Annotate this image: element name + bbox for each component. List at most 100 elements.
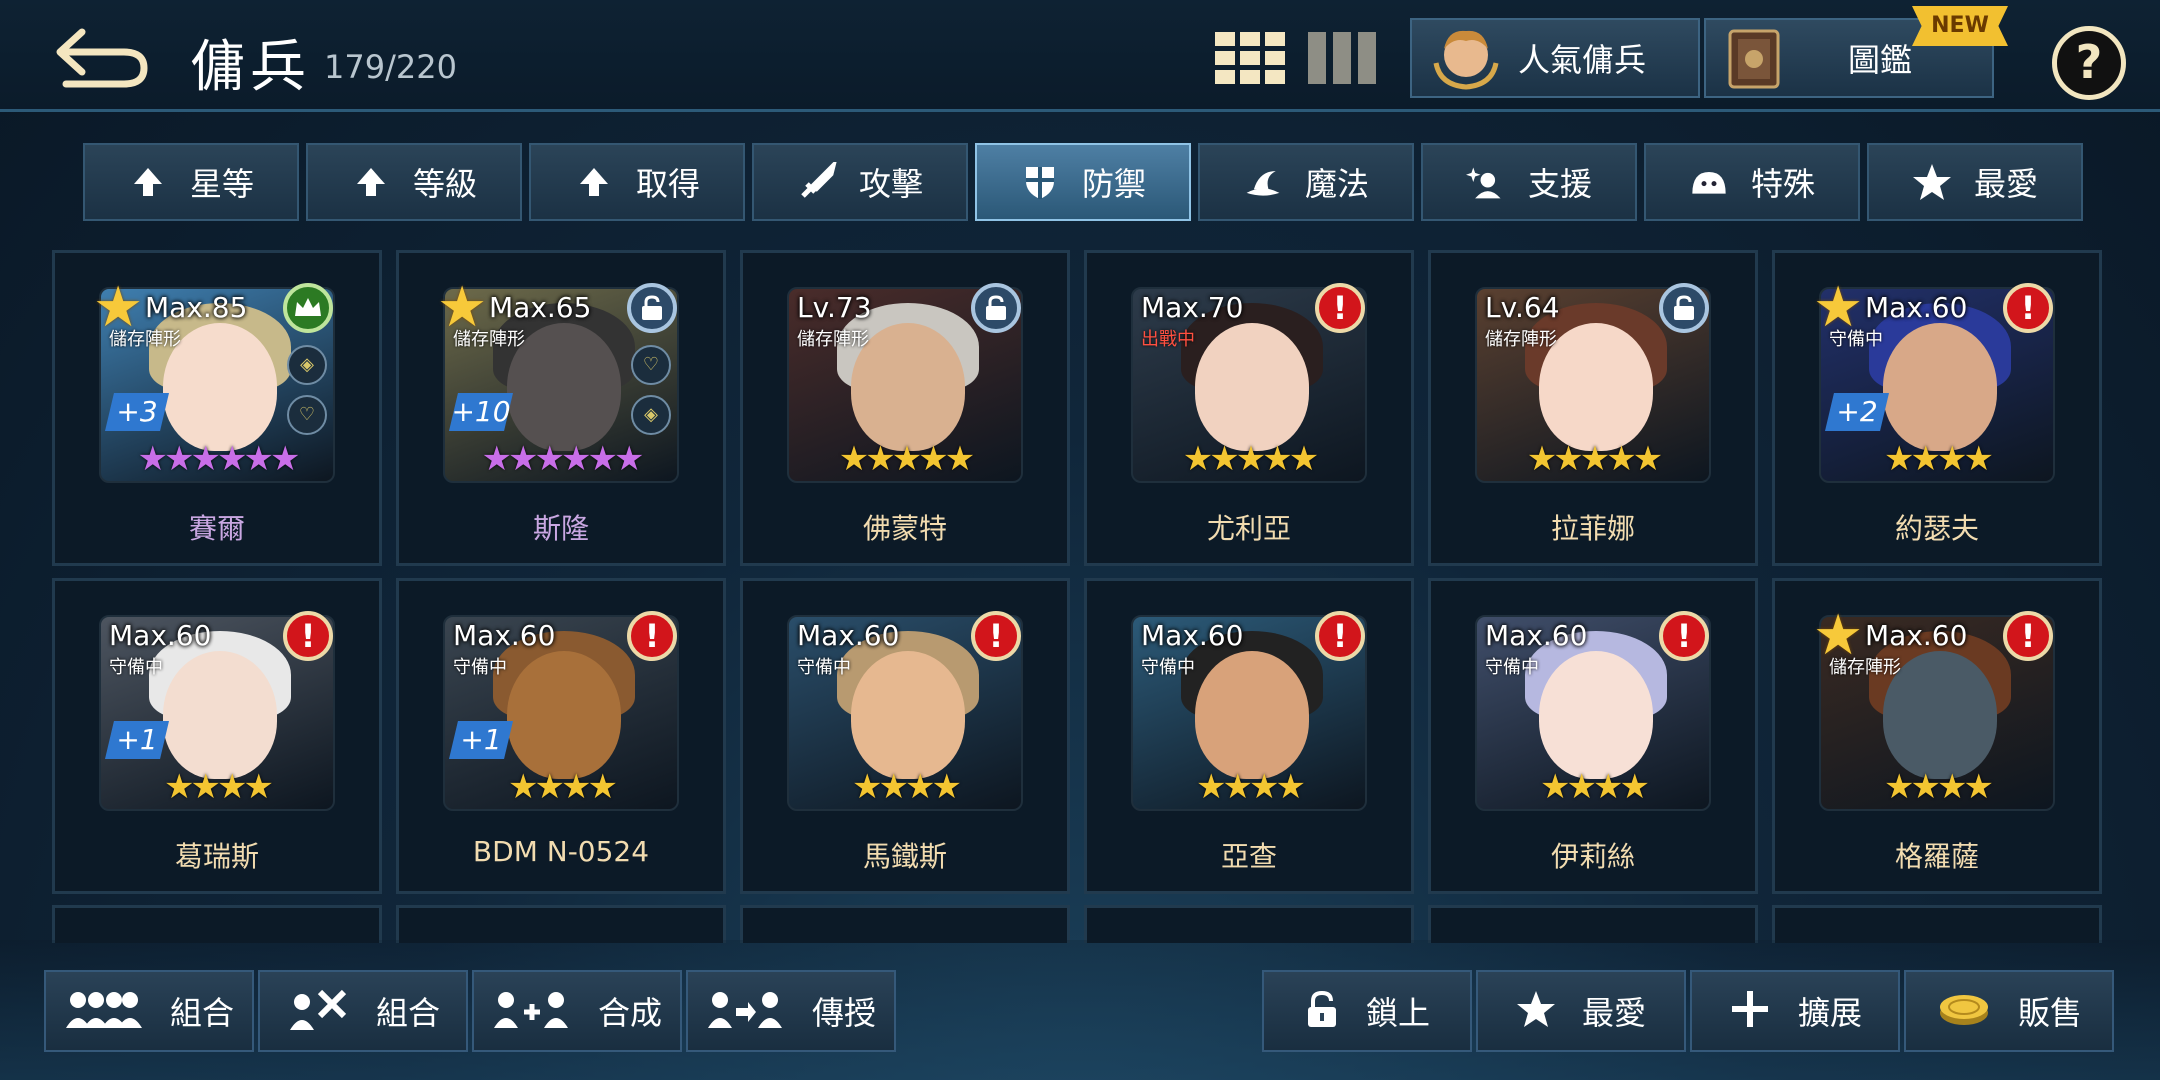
- action-button[interactable]: 販售: [1904, 970, 2114, 1052]
- mercenary-name: 拉菲娜: [1550, 512, 1635, 545]
- top-bar: 傭兵 179/220 人氣傭兵 圖鑑 NEW ?: [0, 0, 2160, 112]
- mercenary-card[interactable]: Max.60 守備中 ★★★★! 馬鐵斯: [740, 578, 1070, 894]
- sort-tab[interactable]: 最愛: [1867, 143, 2083, 221]
- plus-icon: [1728, 987, 1772, 1035]
- equip-rune-icon: ◈: [631, 395, 671, 435]
- status-label: 儲存陣形: [797, 329, 869, 350]
- alert-icon: !: [1315, 611, 1365, 661]
- action-button-label: 最愛: [1581, 994, 1646, 1032]
- sort-tab-label: 特殊: [1750, 165, 1815, 203]
- lock-icon: [1659, 283, 1709, 333]
- mercenary-name: 亞查: [1220, 840, 1277, 873]
- action-button-label: 組合: [169, 994, 234, 1032]
- action-button[interactable]: 傳授: [686, 970, 896, 1052]
- star-rating: ★★★★★★: [481, 439, 645, 479]
- status-label: 出戰中: [1141, 329, 1195, 350]
- action-button-label: 鎖上: [1365, 994, 1430, 1032]
- back-button[interactable]: [52, 22, 152, 92]
- mercenary-name: 尤利亞: [1206, 512, 1291, 545]
- star-icon: [1912, 162, 1952, 202]
- action-button-label: 合成: [597, 994, 662, 1032]
- sword-icon: [797, 162, 837, 202]
- mercenary-card[interactable]: Max.70 出戰中 ★★★★★! 尤利亞: [1084, 250, 1414, 566]
- help-button[interactable]: ?: [2052, 26, 2126, 100]
- mercenary-card[interactable]: Lv.73 儲存陣形 ★★★★★ 佛蒙特: [740, 250, 1070, 566]
- star-rating: ★★★★★: [838, 439, 975, 479]
- mercenary-card[interactable]: Max.60 儲存陣形 ★★★★ ★! 格羅薩: [1772, 578, 2102, 894]
- action-button[interactable]: 組合: [44, 970, 254, 1052]
- laurel-avatar-icon: [1433, 30, 1499, 90]
- partial-card: [396, 905, 726, 943]
- mercenary-card[interactable]: Max.60 守備中 ★★★★! 伊莉絲: [1428, 578, 1758, 894]
- popular-mercenaries-button[interactable]: 人氣傭兵: [1410, 18, 1700, 98]
- equip-heart-icon: ♡: [631, 345, 671, 385]
- sort-tab-label: 防禦: [1081, 165, 1146, 203]
- sort-tab-label: 攻擊: [858, 165, 923, 203]
- sort-tab[interactable]: 等級: [306, 143, 522, 221]
- enhance-plus-badge: +2: [1825, 393, 1889, 431]
- sort-tab-label: 取得: [635, 165, 700, 203]
- star-rating: ★★★★: [1884, 439, 1994, 479]
- star-icon: [1516, 989, 1556, 1033]
- mercenary-name: 格羅薩: [1894, 840, 1979, 873]
- level-label: Max.60: [1865, 619, 1968, 652]
- level-label: Lv.64: [1485, 291, 1560, 324]
- equip-rune-icon: ◈: [287, 345, 327, 385]
- back-arrow-icon: [56, 28, 148, 88]
- sort-tab[interactable]: 魔法: [1198, 143, 1414, 221]
- book-icon: [1728, 29, 1780, 89]
- alert-icon: !: [2003, 611, 2053, 661]
- mercenary-card[interactable]: Max.60 守備中 +1 ★★★★! BDM N-0524: [396, 578, 726, 894]
- sort-tab-label: 最愛: [1973, 165, 2038, 203]
- arrow-up-icon: [574, 162, 614, 202]
- star-rating: ★★★★★: [1526, 439, 1663, 479]
- mercenary-card[interactable]: Max.60 守備中 +1 ★★★★! 葛瑞斯: [52, 578, 382, 894]
- sort-tab[interactable]: 防禦: [975, 143, 1191, 221]
- status-label: 守備中: [1485, 657, 1539, 678]
- status-label: 儲存陣形: [1485, 329, 1557, 350]
- sort-tab[interactable]: 取得: [529, 143, 745, 221]
- new-badge: NEW: [1912, 6, 2008, 46]
- star-rating: ★★★★: [1884, 767, 1994, 807]
- mercenary-card[interactable]: Max.65 儲存陣形 +10 ★★★★★★ ♡ ◈ ★ 斯隆: [396, 250, 726, 566]
- mercenary-name: 約瑟夫: [1894, 512, 1979, 545]
- sort-tab[interactable]: 支援: [1421, 143, 1637, 221]
- mercenary-name: 伊莉絲: [1550, 840, 1635, 873]
- wizard-hat-icon: [1243, 162, 1283, 202]
- mercenary-card[interactable]: Max.60 守備中 ★★★★! 亞查: [1084, 578, 1414, 894]
- star-rating: ★★★★: [1196, 767, 1306, 807]
- enhance-plus-badge: +1: [105, 721, 169, 759]
- lock-icon: [1304, 989, 1340, 1033]
- sort-tab[interactable]: 攻擊: [752, 143, 968, 221]
- alert-icon: !: [283, 611, 333, 661]
- level-label: Max.85: [145, 291, 248, 324]
- mercenary-card[interactable]: Max.60 守備中 +2 ★★★★ ★! 約瑟夫: [1772, 250, 2102, 566]
- sort-tab-label: 魔法: [1304, 165, 1369, 203]
- partial-card: [1428, 905, 1758, 943]
- arrow-up-icon: [351, 162, 391, 202]
- grid-view-icon[interactable]: [1215, 32, 1285, 84]
- sort-tab-label: 星等: [189, 165, 254, 203]
- coin-icon: [1936, 989, 1992, 1033]
- favorite-star-icon: ★: [1813, 603, 1864, 668]
- favorite-star-icon: ★: [1813, 275, 1864, 340]
- list-view-icon[interactable]: [1308, 32, 1378, 84]
- action-button[interactable]: 擴展: [1690, 970, 1900, 1052]
- level-label: Max.60: [1865, 291, 1968, 324]
- mercenary-name: 佛蒙特: [862, 512, 947, 545]
- level-label: Max.60: [1485, 619, 1588, 652]
- action-button[interactable]: 組合: [258, 970, 468, 1052]
- alert-icon: !: [971, 611, 1021, 661]
- action-button[interactable]: 最愛: [1476, 970, 1686, 1052]
- sort-tab[interactable]: 星等: [83, 143, 299, 221]
- level-label: Max.70: [1141, 291, 1244, 324]
- alert-icon: !: [1659, 611, 1709, 661]
- mercenary-card[interactable]: Max.85 儲存陣形 +3 ★★★★★★ ◈ ♡ ★ 賽爾: [52, 250, 382, 566]
- mercenary-card[interactable]: Lv.64 儲存陣形 ★★★★★ 拉菲娜: [1428, 250, 1758, 566]
- sort-tab[interactable]: 特殊: [1644, 143, 1860, 221]
- action-button[interactable]: 鎖上: [1262, 970, 1472, 1052]
- merge-icon: [492, 984, 572, 1038]
- status-label: 守備中: [453, 657, 507, 678]
- partial-card: [1772, 905, 2102, 943]
- action-button[interactable]: 合成: [472, 970, 682, 1052]
